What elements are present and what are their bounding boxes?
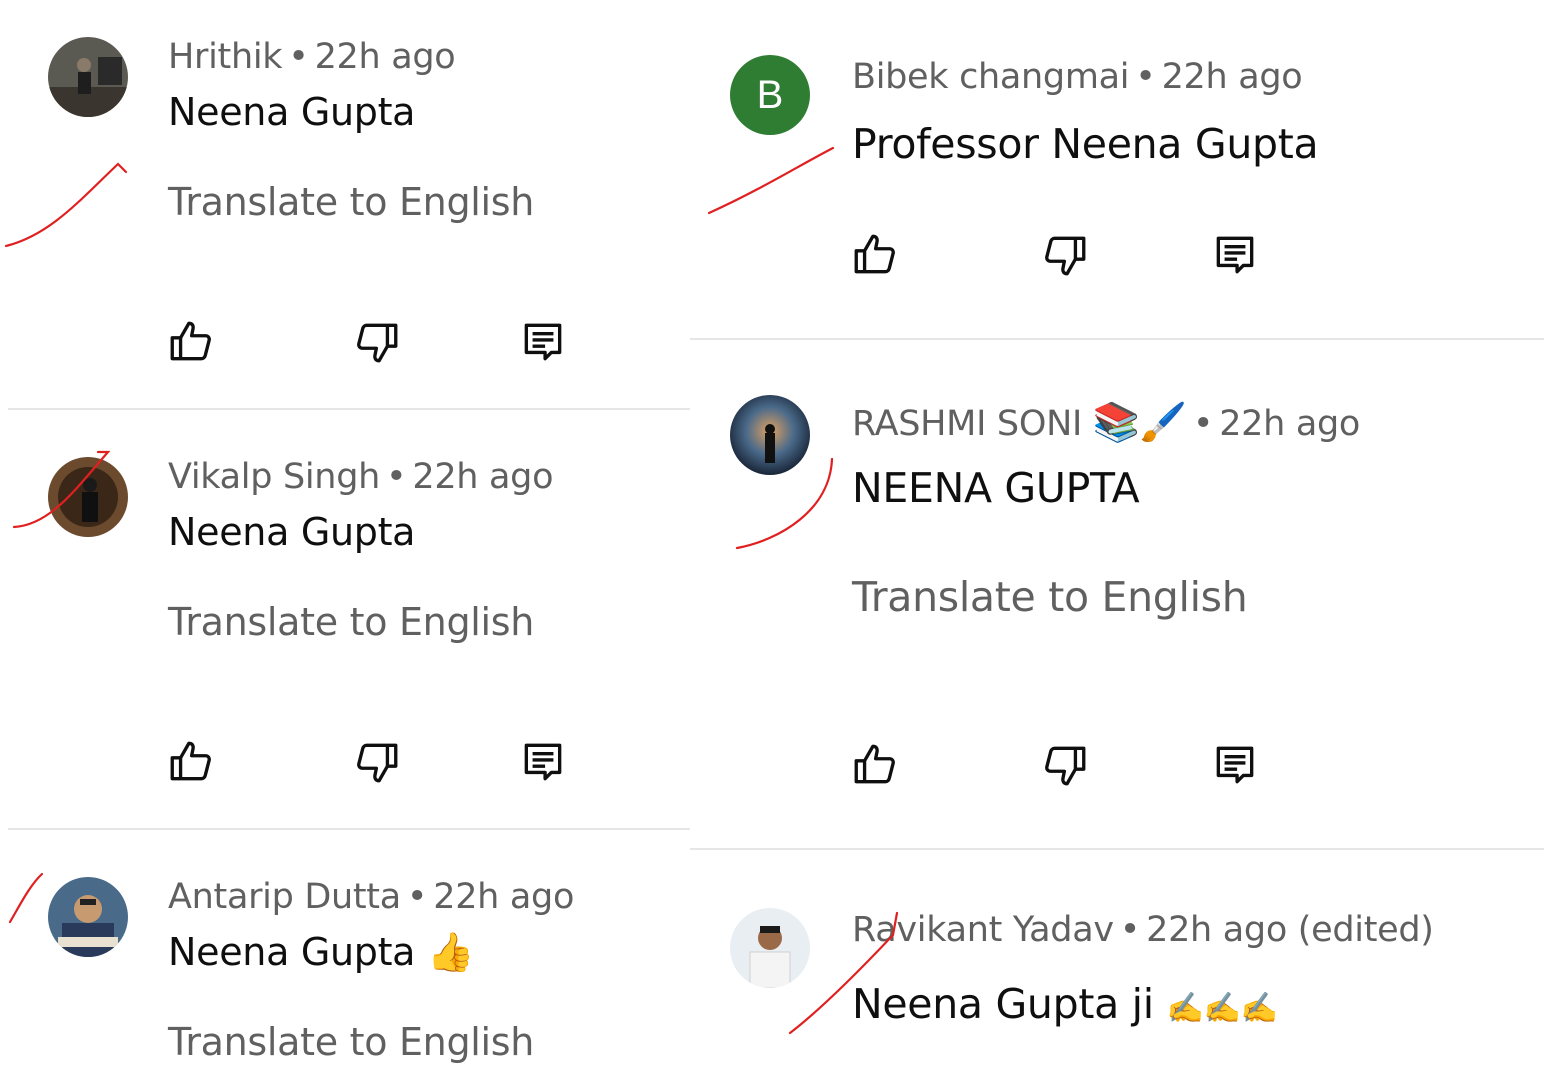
thumb-down-icon [357, 323, 398, 363]
meta-separator: • [1119, 910, 1141, 950]
comment-time: 22h ago [314, 37, 456, 77]
comment-text: NEENA GUPTA [852, 464, 1140, 512]
reply-button[interactable] [1210, 230, 1260, 280]
thumb-up-icon [854, 234, 895, 274]
comment-meta: Ravikant Yadav • 22h ago (edited) [852, 910, 1434, 950]
meta-separator: • [1135, 57, 1156, 97]
thumb-up-icon [170, 741, 211, 781]
avatar[interactable] [730, 908, 810, 988]
comment-text: Professor Neena Gupta [852, 120, 1319, 168]
comment-item: Antarip Dutta • 22h ago Neena Gupta 👍 Tran… [8, 840, 690, 1067]
comment-divider [690, 848, 1544, 850]
translate-link[interactable]: Translate to English [168, 180, 534, 224]
comment-text: Neena Gupta ji ✍️✍️✍️ [852, 980, 1278, 1028]
comment-text-content: Neena Gupta ji [852, 980, 1154, 1028]
comment-meta: Vikalp Singh • 22h ago [168, 457, 553, 497]
comment-item: Vikalp Singh • 22h ago Neena Gupta Transla… [8, 420, 690, 830]
dislike-button[interactable] [352, 317, 402, 367]
meta-separator: • [406, 877, 428, 917]
dislike-button[interactable] [1040, 230, 1090, 280]
comment-divider [690, 338, 1544, 340]
reply-icon [1216, 746, 1254, 784]
thumb-down-icon [1045, 746, 1086, 786]
avatar[interactable] [48, 877, 128, 957]
translate-link[interactable]: Translate to English [168, 600, 534, 644]
comment-time: 22h ago [1219, 404, 1361, 444]
reply-icon [524, 743, 562, 781]
avatar[interactable] [730, 395, 810, 475]
like-button[interactable] [850, 740, 900, 790]
comment-meta: RASHMI SONI 📚🖌️ • 22h ago [852, 400, 1360, 445]
thumb-down-icon [357, 743, 398, 783]
comment-meta: Hrithik • 22h ago [168, 37, 456, 77]
comment-item: Hrithik • 22h ago Neena Gupta Translate to… [8, 0, 690, 410]
like-button[interactable] [850, 230, 900, 280]
comment-item: RASHMI SONI 📚🖌️ • 22h ago NEENA GUPTA Tran… [690, 350, 1544, 850]
comment-meta: Antarip Dutta • 22h ago [168, 877, 574, 917]
translate-link[interactable]: Translate to English [168, 1020, 534, 1064]
comment-item: B Bibek changmai • 22h ago Professor Neena… [690, 0, 1544, 340]
comment-time: 22h ago [1161, 57, 1303, 97]
comment-text: Neena Gupta 👍 [168, 930, 474, 975]
comment-text-content: Neena Gupta [168, 930, 416, 974]
avatar[interactable] [48, 457, 128, 537]
reply-button[interactable] [518, 317, 568, 367]
meta-separator: • [386, 457, 407, 497]
comment-divider [8, 408, 690, 410]
comment-item: Ravikant Yadav • 22h ago (edited) Neena Gu… [690, 860, 1544, 1067]
reply-button[interactable] [1210, 740, 1260, 790]
books-brush-emoji: 📚🖌️ [1092, 400, 1187, 444]
author-name[interactable]: Antarip Dutta [168, 877, 401, 917]
author-name[interactable]: RASHMI SONI [852, 404, 1082, 444]
author-name[interactable]: Hrithik [168, 37, 283, 77]
meta-separator: • [1192, 404, 1214, 444]
comment-time: 22h ago [412, 457, 554, 497]
author-name[interactable]: Vikalp Singh [168, 457, 380, 497]
translate-link[interactable]: Translate to English [852, 573, 1248, 621]
comment-meta: Bibek changmai • 22h ago [852, 57, 1303, 97]
comment-text: Neena Gupta [168, 510, 416, 554]
thumb-up-icon [854, 744, 895, 784]
like-button[interactable] [166, 737, 216, 787]
reply-button[interactable] [518, 737, 568, 787]
dislike-button[interactable] [352, 737, 402, 787]
reply-icon [524, 323, 562, 361]
like-button[interactable] [166, 317, 216, 367]
comment-time: 22h ago [433, 877, 575, 917]
comment-divider [8, 828, 690, 830]
thumb-down-icon [1045, 236, 1086, 276]
meta-separator: • [288, 37, 309, 77]
author-name[interactable]: Ravikant Yadav [852, 910, 1114, 950]
reply-icon [1216, 236, 1254, 274]
comment-time: 22h ago (edited) [1146, 910, 1434, 950]
comment-text: Neena Gupta [168, 90, 416, 134]
thumbs-up-emoji: 👍 [426, 930, 474, 974]
author-name[interactable]: Bibek changmai [852, 57, 1130, 97]
avatar[interactable]: B [730, 55, 810, 135]
comments-column-right: B Bibek changmai • 22h ago Professor Neena… [690, 0, 1544, 1067]
comments-column-left: Hrithik • 22h ago Neena Gupta Translate to… [8, 0, 690, 1067]
writing-hand-emoji: ✍️✍️✍️ [1166, 991, 1278, 1026]
avatar[interactable] [48, 37, 128, 117]
dislike-button[interactable] [1040, 740, 1090, 790]
thumb-up-icon [170, 321, 211, 361]
